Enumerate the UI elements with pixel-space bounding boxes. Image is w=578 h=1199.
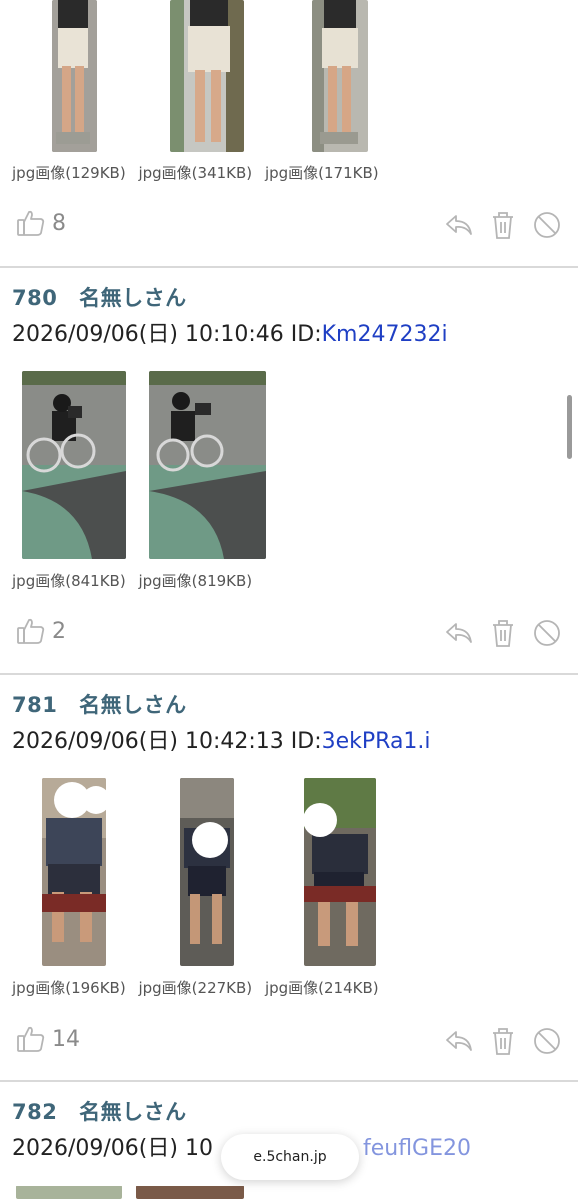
reply-icon[interactable] <box>444 1026 474 1056</box>
reply-icon[interactable] <box>444 618 474 648</box>
like-count: 2 <box>52 618 66 644</box>
poster-id-link[interactable]: feuflGE20 <box>363 1136 471 1161</box>
image-caption: jpg画像(171KB) <box>264 164 379 182</box>
image-caption: jpg画像(214KB) <box>264 979 379 997</box>
thumbs-up-icon <box>17 618 45 644</box>
post-actions: 8 <box>0 208 578 248</box>
poster-name: 名無しさん <box>79 693 187 717</box>
post-actions: 2 <box>0 616 578 656</box>
poster-id-link[interactable]: 3ekPRa1.i <box>322 729 431 754</box>
browser-url-bar[interactable]: e.5chan.jp <box>221 1134 359 1180</box>
post-datetime: 2026/09/06(日) 10:42:13 ID: <box>12 729 322 754</box>
action-icons <box>444 1026 562 1056</box>
trash-icon[interactable] <box>488 618 518 648</box>
post-datetime: 2026/09/06(日) 10:10:46 ID: <box>12 322 322 347</box>
image-caption: jpg画像(129KB) <box>12 164 126 182</box>
action-icons <box>444 210 562 240</box>
thumbs-up-icon <box>17 1026 45 1052</box>
post-divider <box>0 1080 578 1082</box>
image-thumbnail[interactable] <box>52 0 97 152</box>
poster-id-link[interactable]: Km247232i <box>322 322 448 347</box>
trash-icon[interactable] <box>488 1026 518 1056</box>
block-icon[interactable] <box>532 1026 562 1056</box>
image-caption: jpg画像(819KB) <box>138 572 253 590</box>
post-divider <box>0 266 578 268</box>
image-thumbnail[interactable] <box>312 0 368 152</box>
post-header: 782 名無しさん <box>12 1096 187 1126</box>
url-text: e.5chan.jp <box>253 1149 327 1165</box>
post-number[interactable]: 780 <box>12 286 57 310</box>
image-thumbnail[interactable] <box>149 371 266 559</box>
image-thumbnail[interactable] <box>22 371 126 559</box>
image-captions: jpg画像(196KB) jpg画像(227KB) jpg画像(214KB) <box>12 977 387 998</box>
post-actions: 14 <box>0 1024 578 1064</box>
poster-name: 名無しさん <box>79 286 187 310</box>
image-captions: jpg画像(841KB) jpg画像(819KB) <box>12 570 260 591</box>
post-number[interactable]: 781 <box>12 693 57 717</box>
image-captions: jpg画像(129KB) jpg画像(341KB) jpg画像(171KB) <box>12 162 387 183</box>
post-header: 781 名無しさん <box>12 689 187 719</box>
block-icon[interactable] <box>532 210 562 240</box>
image-thumbnail[interactable] <box>16 1185 122 1199</box>
post-meta: 2026/09/06(日) 10:10:46 ID:Km247232i <box>12 316 448 348</box>
image-caption: jpg画像(227KB) <box>138 979 253 997</box>
post-datetime: 2026/09/06(日) 10 <box>12 1136 213 1161</box>
like-button[interactable]: 2 <box>16 616 66 646</box>
image-caption: jpg画像(841KB) <box>12 572 126 590</box>
post-number[interactable]: 782 <box>12 1100 57 1124</box>
image-thumbnail[interactable] <box>136 1185 244 1199</box>
post-divider <box>0 673 578 675</box>
image-thumbnail[interactable] <box>170 0 244 152</box>
post-meta: 2026/09/06(日) 10:42:13 ID:3ekPRa1.i <box>12 723 431 755</box>
action-icons <box>444 618 562 648</box>
like-button[interactable]: 14 <box>16 1024 80 1054</box>
image-thumbnail[interactable] <box>42 778 106 966</box>
trash-icon[interactable] <box>488 210 518 240</box>
image-thumbnail[interactable] <box>304 778 376 966</box>
image-caption: jpg画像(196KB) <box>12 979 126 997</box>
scrollbar[interactable] <box>567 395 572 459</box>
like-button[interactable]: 8 <box>16 208 66 238</box>
image-caption: jpg画像(341KB) <box>138 164 253 182</box>
image-thumbnail[interactable] <box>180 778 234 966</box>
block-icon[interactable] <box>532 618 562 648</box>
post-header: 780 名無しさん <box>12 282 187 312</box>
reply-icon[interactable] <box>444 210 474 240</box>
like-count: 8 <box>52 210 66 236</box>
like-count: 14 <box>52 1026 80 1052</box>
thumbs-up-icon <box>17 210 45 236</box>
poster-name: 名無しさん <box>79 1100 187 1124</box>
